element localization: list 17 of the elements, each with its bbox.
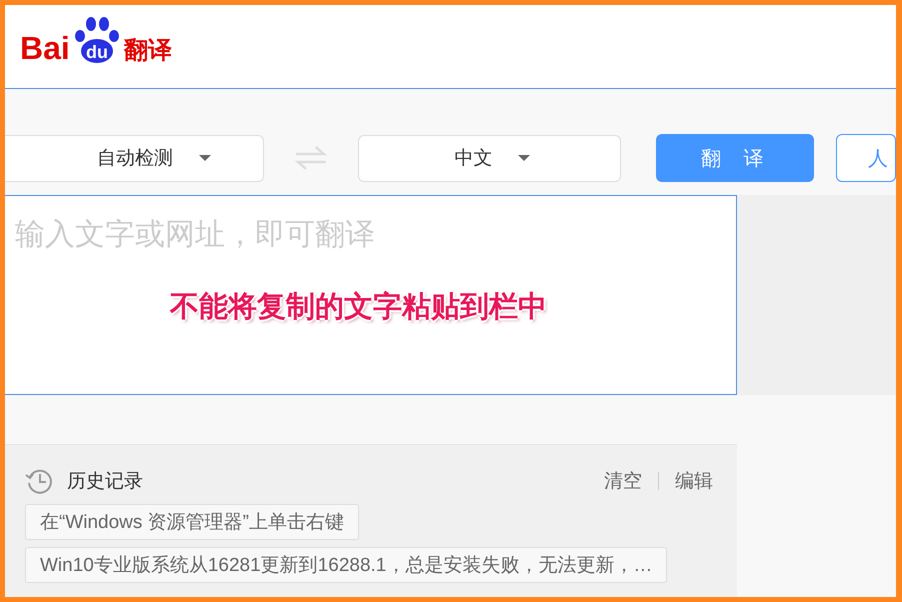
logo-text: 翻译	[124, 38, 172, 62]
history-item[interactable]: Win10专业版系统从16281更新到16288.1，总是安装失败，无法更新，…	[25, 547, 668, 583]
history-item[interactable]: 在“Windows 资源管理器”上单击右键	[25, 504, 360, 540]
translate-button[interactable]: 翻 译	[656, 134, 814, 182]
swap-icon[interactable]	[294, 144, 328, 172]
annotation-text: 不能将复制的文字粘贴到栏中	[170, 288, 547, 325]
side-button[interactable]: 人	[836, 134, 896, 182]
source-language-select[interactable]: 自动检测	[5, 134, 264, 182]
baidu-logo[interactable]: Bai du 翻译	[20, 16, 172, 64]
history-action-link[interactable]: 清空	[604, 468, 642, 494]
caret-icon	[198, 155, 211, 161]
target-language-select[interactable]: 中文	[358, 134, 622, 182]
history-clock-icon	[25, 467, 53, 495]
logo-text: Bai	[20, 32, 70, 64]
caret-icon	[518, 155, 530, 161]
history-action-link[interactable]: 编辑	[675, 468, 713, 494]
history-title: 历史记录	[67, 469, 143, 494]
